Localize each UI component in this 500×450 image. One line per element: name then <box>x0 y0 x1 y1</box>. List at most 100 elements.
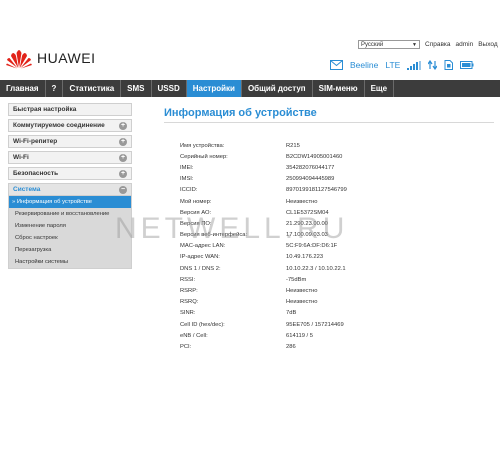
sidebar-section-quick-setup[interactable]: Быстрая настройка <box>8 103 132 116</box>
sidebar-item-change-password[interactable]: Изменение пароля <box>9 220 131 232</box>
info-value: Неизвестно <box>286 198 318 205</box>
nav-settings[interactable]: Настройки <box>186 80 242 97</box>
info-value: 8970199181127546799 <box>286 187 347 194</box>
system-submenu: » Информация об устройстве Резервировани… <box>8 196 132 269</box>
sidebar-section-wifi-repeater[interactable]: Wi-Fi-репитер + <box>8 135 132 148</box>
nav-sms[interactable]: SMS <box>121 80 152 97</box>
info-row: RSSI: -75dBm <box>180 274 347 285</box>
info-value: 614119 / 5 <box>286 332 313 339</box>
brand-logo[interactable]: HUAWEI <box>5 47 95 69</box>
info-label: RSRQ: <box>180 299 199 306</box>
top-utility-bar: Русский ▼ Справка admin Выход <box>358 40 498 49</box>
chevron-down-icon: ▼ <box>412 41 417 48</box>
sidebar-item-backup-restore[interactable]: Резервирование и восстановление <box>9 208 131 220</box>
info-value: -75dBm <box>286 276 307 283</box>
sidebar-section-label: Wi-Fi-репитер <box>13 138 58 145</box>
info-row: SINR: 7dB <box>180 308 347 319</box>
info-label: IMSI: <box>180 176 194 183</box>
sidebar-item-device-info[interactable]: » Информация об устройстве <box>9 196 131 208</box>
help-link[interactable]: Справка <box>425 41 451 48</box>
nav-statistics[interactable]: Статистика <box>63 80 122 97</box>
sidebar: Быстрая настройка Коммутируемое соединен… <box>8 103 132 269</box>
nav-help[interactable]: ? <box>46 80 64 97</box>
info-row: Cell ID (hex/dec): 95EE705 / 157214469 <box>180 319 347 330</box>
username: admin <box>455 41 474 48</box>
info-label: Серийный номер: <box>180 153 228 160</box>
info-row: Мой номер: Неизвестно <box>180 196 347 207</box>
info-label: RSSI: <box>180 276 196 283</box>
expand-icon[interactable]: + <box>119 137 127 146</box>
signal-strength-icon <box>407 60 422 70</box>
sidebar-section-label: Wi-Fi <box>13 154 29 161</box>
info-value: 286 <box>286 343 296 350</box>
sidebar-section-label: Быстрая настройка <box>13 106 77 113</box>
info-label: IP-адрес WAN: <box>180 254 220 261</box>
info-value: Неизвестно <box>286 299 318 306</box>
info-label: ICCID: <box>180 187 198 194</box>
info-row: DNS 1 / DNS 2: 10.10.22.3 / 10.10.22.1 <box>180 263 347 274</box>
language-select-value: Русский <box>361 41 384 48</box>
logout-link[interactable]: Выход <box>478 41 497 48</box>
watermark: NETWELL.RU <box>115 212 349 245</box>
info-value: 354282076044177 <box>286 164 335 171</box>
sidebar-section-label: Безопасность <box>13 170 59 177</box>
main-content: Информация об устройстве Имя устройства:… <box>164 103 494 350</box>
info-label: RSRP: <box>180 288 198 295</box>
info-label: Имя устройства: <box>180 142 225 149</box>
sidebar-section-label: Коммутируемое соединение <box>13 122 105 129</box>
info-label: PCI: <box>180 343 192 350</box>
info-value: 250994094445989 <box>286 176 335 183</box>
info-row: IMSI: 250994094445989 <box>180 174 347 185</box>
info-row: RSRQ: Неизвестно <box>180 297 347 308</box>
device-info-table: Имя устройства: R215 Серийный номер: B2CDW1… <box>180 140 347 353</box>
huawei-logo-icon <box>6 50 32 69</box>
nav-sharing[interactable]: Общий доступ <box>242 80 313 97</box>
info-row: Серийный номер: B2CDW14905001460 <box>180 151 347 162</box>
battery-icon <box>460 61 474 69</box>
main-navigation: Главная ? Статистика SMS USSD Настройки … <box>0 80 500 97</box>
sidebar-section-dialup[interactable]: Коммутируемое соединение + <box>8 119 132 132</box>
brand-name: HUAWEI <box>37 50 96 66</box>
info-label: IMEI: <box>180 164 194 171</box>
sim-card-icon <box>444 60 454 70</box>
nav-sim-menu[interactable]: SIM-меню <box>313 80 365 97</box>
info-value: 10.10.22.3 / 10.10.22.1 <box>286 265 346 272</box>
sidebar-item-reboot[interactable]: Перезагрузка <box>9 244 131 256</box>
data-transfer-icon <box>428 60 438 70</box>
info-value: B2CDW14905001460 <box>286 153 343 160</box>
info-value: 7dB <box>286 310 297 317</box>
sidebar-item-factory-reset[interactable]: Сброс настроек <box>9 232 131 244</box>
expand-icon[interactable]: + <box>119 121 127 130</box>
expand-icon[interactable]: + <box>119 153 127 162</box>
language-select[interactable]: Русский ▼ <box>358 40 420 49</box>
info-label: Мой номер: <box>180 198 212 205</box>
sidebar-section-security[interactable]: Безопасность + <box>8 167 132 180</box>
info-row: IP-адрес WAN: 10.49.176.223 <box>180 252 347 263</box>
nav-home[interactable]: Главная <box>0 80 46 97</box>
info-value: 10.49.176.223 <box>286 254 324 261</box>
carrier-name: Beeline <box>350 60 379 70</box>
info-row: IMEI: 354282076044177 <box>180 162 347 173</box>
info-row: RSRP: Неизвестно <box>180 285 347 296</box>
info-value: R215 <box>286 142 300 149</box>
info-label: Cell ID (hex/dec): <box>180 321 225 328</box>
info-label: eNB / Cell: <box>180 332 208 339</box>
info-row: eNB / Cell: 614119 / 5 <box>180 330 347 341</box>
info-value: 95EE705 / 157214469 <box>286 321 344 328</box>
expand-icon[interactable]: + <box>119 169 127 178</box>
collapse-icon[interactable]: − <box>119 185 127 194</box>
info-row: PCI: 286 <box>180 341 347 352</box>
network-type: LTE <box>385 60 401 70</box>
sidebar-item-system-settings[interactable]: Настройки системы <box>9 256 131 268</box>
status-bar: Beeline LTE <box>330 60 474 70</box>
nav-ussd[interactable]: USSD <box>152 80 187 97</box>
info-label: DNS 1 / DNS 2: <box>180 265 221 272</box>
sidebar-section-label: Система <box>13 186 41 193</box>
envelope-icon[interactable] <box>330 60 343 70</box>
info-row: ICCID: 8970199181127546799 <box>180 185 347 196</box>
page-title: Информация об устройстве <box>164 103 494 123</box>
sidebar-section-wifi[interactable]: Wi-Fi + <box>8 151 132 164</box>
nav-more[interactable]: Еще <box>365 80 395 97</box>
info-label: SINR: <box>180 310 196 317</box>
sidebar-section-system[interactable]: Система − <box>8 183 132 196</box>
